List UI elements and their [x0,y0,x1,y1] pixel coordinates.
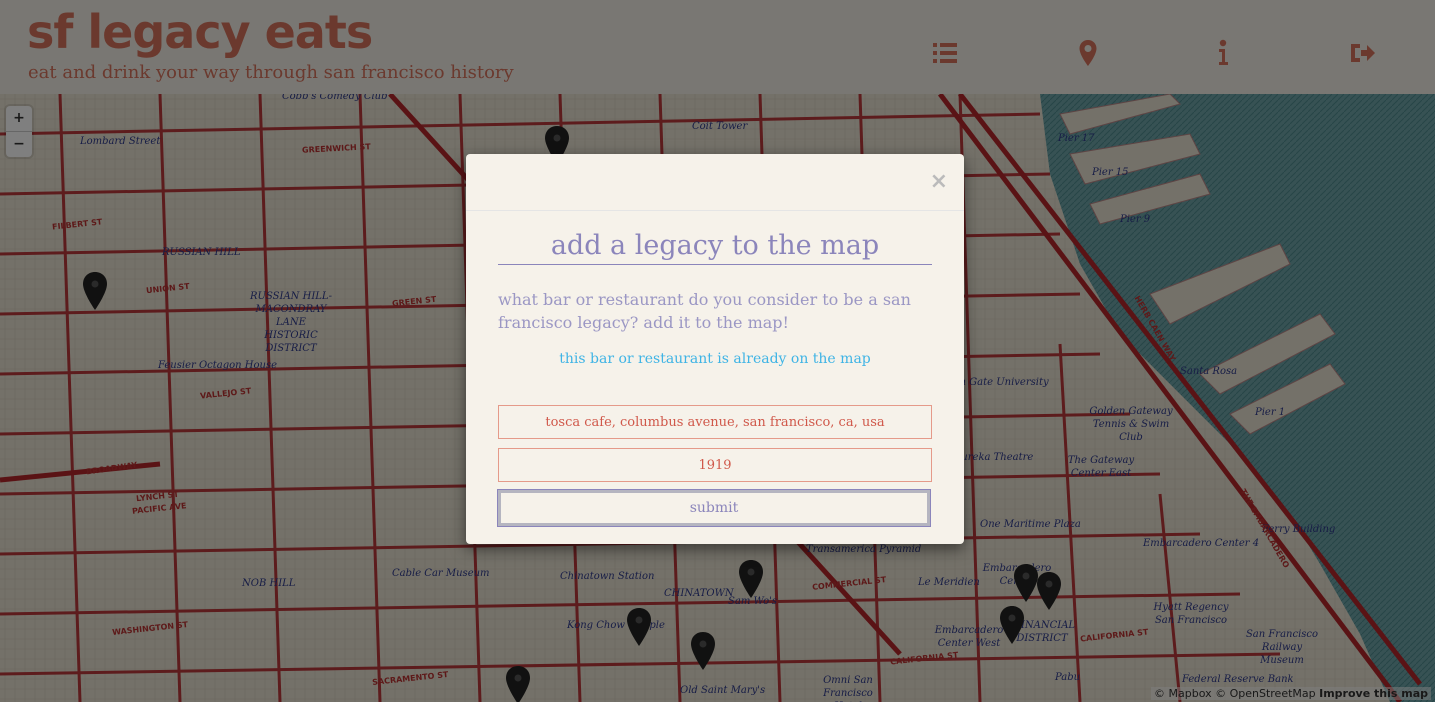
close-icon[interactable]: × [930,168,948,196]
modal-description: what bar or restaurant do you consider t… [498,290,911,332]
add-legacy-modal: × add a legacy to the map what bar or re… [466,154,964,544]
year-input[interactable] [498,448,932,482]
modal-header: × [466,154,964,211]
place-search-input[interactable] [498,405,932,439]
modal-title: add a legacy to the map [498,228,932,265]
already-on-map-link[interactable]: this bar or restaurant is already on the… [498,351,932,367]
submit-button[interactable]: submit [497,489,931,527]
